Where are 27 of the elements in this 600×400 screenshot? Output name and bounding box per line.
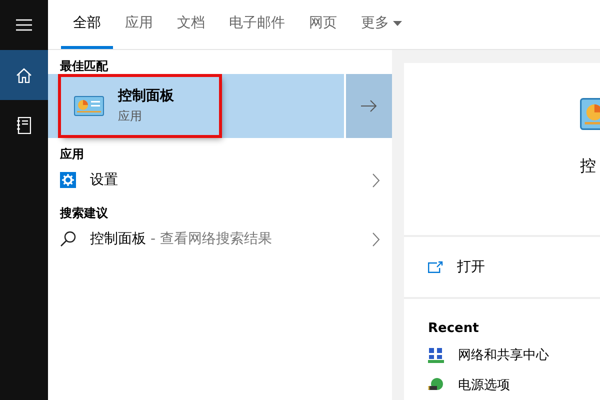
arrow-right-icon xyxy=(361,100,377,112)
chevron-right-icon xyxy=(372,172,380,188)
preview-title: 控 xyxy=(580,156,597,177)
tab[interactable]: 电子邮件 xyxy=(217,0,297,49)
home-icon xyxy=(16,68,32,82)
section-heading: 最佳匹配 xyxy=(59,58,109,74)
result-subtitle: 应用 xyxy=(118,108,143,125)
chevron-right-icon xyxy=(372,232,380,246)
network-icon xyxy=(428,347,444,363)
tab[interactable]: 更多 xyxy=(349,0,414,49)
notebook-icon xyxy=(17,116,31,134)
tab[interactable]: 应用 xyxy=(113,0,165,49)
section-heading: 搜索建议 xyxy=(58,205,109,222)
caret-down-icon xyxy=(393,20,402,26)
tab[interactable]: 网页 xyxy=(297,0,349,49)
best-match-item[interactable]: 控制面板 应用 xyxy=(48,74,392,138)
result-title: 控制面板 xyxy=(118,87,174,105)
tab[interactable]: 文档 xyxy=(165,0,217,49)
menu-icon xyxy=(16,19,32,31)
sidebar-item[interactable] xyxy=(0,50,48,100)
control-panel-icon xyxy=(74,96,104,116)
open-window-icon xyxy=(428,261,443,273)
search-icon xyxy=(60,231,76,247)
power-plug-icon xyxy=(428,377,444,393)
gear-icon xyxy=(60,172,76,188)
recent-heading: Recent xyxy=(427,320,480,338)
section-heading: 应用 xyxy=(59,146,85,163)
